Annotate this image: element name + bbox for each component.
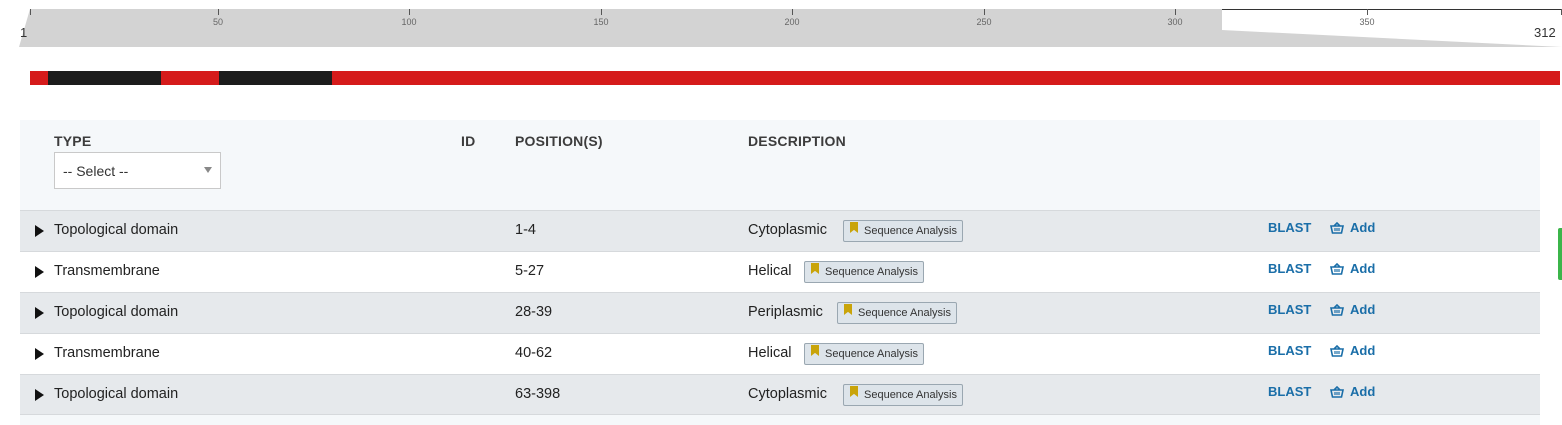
add-label: Add: [1350, 261, 1376, 276]
header-id: ID: [461, 133, 476, 149]
evidence-tag[interactable]: Sequence Analysis: [843, 384, 963, 406]
feature-description: Cytoplasmic: [748, 222, 827, 238]
caret-down-icon: [204, 167, 212, 173]
zoom-brush[interactable]: [19, 9, 1562, 47]
blast-link[interactable]: BLAST: [1268, 261, 1311, 276]
add-label: Add: [1350, 302, 1376, 317]
feature-description: Helical: [748, 263, 792, 279]
type-filter-select[interactable]: -- Select --: [54, 152, 221, 189]
sequence-ruler: 1 312 50 100 150 200 250 300 350: [0, 0, 1562, 60]
expand-triangle-icon[interactable]: [35, 225, 44, 237]
ruler-tick-label: 50: [212, 17, 224, 27]
feature-type: Topological domain: [54, 386, 179, 402]
feature-description: Cytoplasmic: [748, 386, 827, 402]
basket-icon: [1330, 263, 1344, 275]
evidence-tag[interactable]: Sequence Analysis: [843, 220, 963, 242]
expand-triangle-icon[interactable]: [35, 266, 44, 278]
add-to-basket-button[interactable]: Add: [1330, 302, 1375, 317]
ruler-start-label: 1: [20, 25, 28, 40]
table-row[interactable]: Topological domain 28-39 Periplasmic Seq…: [20, 292, 1540, 333]
header-description: DESCRIPTION: [748, 133, 846, 149]
feature-position: 5-27: [515, 263, 545, 279]
basket-icon: [1330, 222, 1344, 234]
feature-type: Transmembrane: [54, 263, 160, 279]
blast-link[interactable]: BLAST: [1268, 343, 1311, 358]
add-to-basket-button[interactable]: Add: [1330, 261, 1375, 276]
bookmark-icon: [850, 386, 858, 397]
transmembrane-segment[interactable]: [219, 71, 332, 85]
add-label: Add: [1350, 343, 1376, 358]
bookmark-icon: [811, 263, 819, 274]
blast-link[interactable]: BLAST: [1268, 220, 1311, 235]
add-to-basket-button[interactable]: Add: [1330, 220, 1375, 235]
evidence-tag[interactable]: Sequence Analysis: [804, 261, 924, 283]
ruler-tick-label: 200: [784, 17, 800, 27]
feature-type: Topological domain: [54, 304, 179, 320]
header-positions: POSITION(S): [515, 133, 603, 149]
add-to-basket-button[interactable]: Add: [1330, 384, 1375, 399]
evidence-tag[interactable]: Sequence Analysis: [804, 343, 924, 365]
table-row[interactable]: Topological domain 1-4 Cytoplasmic Seque…: [20, 210, 1540, 251]
evidence-label: Sequence Analysis: [858, 307, 951, 319]
table-row[interactable]: Transmembrane 5-27 Helical Sequence Anal…: [20, 251, 1540, 292]
add-label: Add: [1350, 220, 1376, 235]
transmembrane-segment[interactable]: [48, 71, 161, 85]
add-label: Add: [1350, 384, 1376, 399]
blast-link[interactable]: BLAST: [1268, 302, 1311, 317]
table-row[interactable]: Topological domain 63-398 Cytoplasmic Se…: [20, 374, 1540, 415]
evidence-label: Sequence Analysis: [864, 225, 957, 237]
feature-position: 40-62: [515, 345, 553, 361]
evidence-label: Sequence Analysis: [825, 266, 918, 278]
feature-position: 1-4: [515, 222, 536, 238]
ruler-tick-label: 300: [1167, 17, 1183, 27]
expand-triangle-icon[interactable]: [35, 348, 44, 360]
bookmark-icon: [811, 345, 819, 356]
features-table: TYPE ID POSITION(S) DESCRIPTION -- Selec…: [20, 120, 1540, 425]
bookmark-icon: [850, 222, 858, 233]
feature-track[interactable]: [30, 71, 1560, 85]
basket-icon: [1330, 386, 1344, 398]
bookmark-icon: [844, 304, 852, 315]
expand-triangle-icon[interactable]: [35, 389, 44, 401]
feature-description: Periplasmic: [748, 304, 823, 320]
evidence-label: Sequence Analysis: [825, 348, 918, 360]
ruler-end-label: 312: [1534, 25, 1556, 40]
feature-position: 63-398: [515, 386, 561, 402]
ruler-tick-label: 150: [593, 17, 609, 27]
feature-description: Helical: [748, 345, 792, 361]
basket-icon: [1330, 304, 1344, 316]
table-row[interactable]: Transmembrane 40-62 Helical Sequence Ana…: [20, 333, 1540, 374]
ruler-tick-label: 350: [1359, 17, 1375, 27]
header-type: TYPE: [54, 133, 92, 149]
evidence-tag[interactable]: Sequence Analysis: [837, 302, 957, 324]
side-scroll-indicator[interactable]: [1558, 228, 1562, 280]
feature-position: 28-39: [515, 304, 553, 320]
evidence-label: Sequence Analysis: [864, 389, 957, 401]
add-to-basket-button[interactable]: Add: [1330, 343, 1375, 358]
ruler-tick-label: 250: [976, 17, 992, 27]
blast-link[interactable]: BLAST: [1268, 384, 1311, 399]
expand-triangle-icon[interactable]: [35, 307, 44, 319]
ruler-tick-label: 100: [401, 17, 417, 27]
basket-icon: [1330, 345, 1344, 357]
ruler-zoom-window[interactable]: [0, 0, 1562, 60]
feature-type: Topological domain: [54, 222, 179, 238]
feature-type: Transmembrane: [54, 345, 160, 361]
type-filter-value: -- Select --: [63, 163, 129, 179]
